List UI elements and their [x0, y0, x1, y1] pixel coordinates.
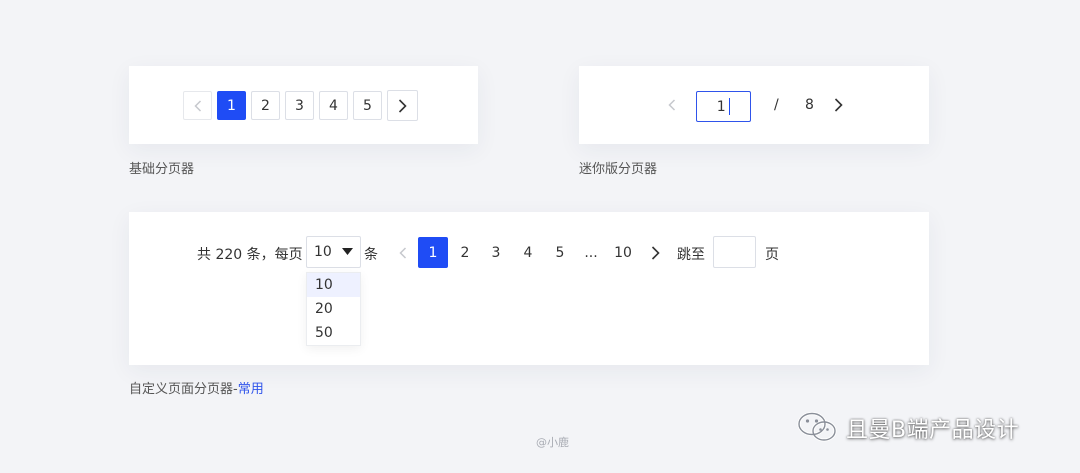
- custom-pager-caption: 自定义页面分页器-常用: [129, 378, 264, 397]
- custom-pager-panel: [129, 212, 929, 365]
- custom-page-button-5[interactable]: 5: [545, 237, 575, 268]
- page-unit-label: 页: [765, 247, 779, 263]
- text-caret: [728, 98, 731, 115]
- custom-page-button-1[interactable]: 1: [418, 237, 448, 268]
- page-button-3[interactable]: 3: [285, 91, 314, 120]
- mini-page-input[interactable]: 1: [696, 91, 751, 122]
- page-size-option-10[interactable]: 10: [307, 273, 360, 297]
- chevron-right-icon: [398, 98, 407, 113]
- basic-pager-caption: 基础分页器: [129, 162, 195, 177]
- page-size-option-20[interactable]: 20: [307, 297, 360, 321]
- page-size-dropdown: 10 20 50: [306, 272, 361, 346]
- custom-next-button[interactable]: [647, 244, 663, 262]
- custom-page-button-2[interactable]: 2: [450, 237, 480, 268]
- chevron-right-icon: [834, 98, 843, 112]
- prev-page-button[interactable]: [183, 91, 212, 120]
- mini-separator: /: [774, 97, 779, 113]
- jump-label: 跳至: [677, 247, 705, 263]
- page-size-value: 10: [314, 244, 332, 260]
- basic-pager-panel: 1 2 3 4 5: [129, 66, 478, 144]
- mini-prev-button[interactable]: [664, 96, 680, 114]
- chevron-left-icon: [668, 99, 676, 111]
- page-button-5[interactable]: 5: [353, 91, 382, 120]
- caret-down-icon: [342, 248, 353, 255]
- page-size-select[interactable]: 10: [306, 236, 361, 268]
- next-page-button[interactable]: [387, 90, 418, 121]
- chevron-left-icon: [399, 247, 407, 259]
- basic-pager: 1 2 3 4 5: [183, 90, 418, 121]
- page-size-option-50[interactable]: 50: [307, 321, 360, 345]
- custom-page-button-10[interactable]: 10: [608, 237, 638, 268]
- total-count-label: 共 220 条，每页: [197, 247, 303, 263]
- custom-pager-caption-text: 自定义页面分页器-: [129, 382, 238, 397]
- page-ellipsis[interactable]: ...: [576, 237, 606, 268]
- per-unit-label: 条: [364, 247, 378, 263]
- chevron-left-icon: [193, 99, 201, 112]
- chevron-right-icon: [651, 246, 660, 260]
- mini-pager-caption: 迷你版分页器: [579, 162, 658, 177]
- custom-pager-caption-highlight: 常用: [237, 382, 264, 397]
- custom-page-button-4[interactable]: 4: [513, 237, 543, 268]
- mini-page-input-value: 1: [716, 98, 726, 115]
- mini-pager-panel: [579, 66, 929, 144]
- page-button-2[interactable]: 2: [251, 91, 280, 120]
- brand-watermark: 且曼B端产品设计: [846, 418, 1020, 443]
- author-credit: @小鹿: [536, 436, 569, 449]
- page-button-4[interactable]: 4: [319, 91, 348, 120]
- jump-page-input[interactable]: [713, 236, 756, 268]
- page-button-1[interactable]: 1: [217, 91, 246, 120]
- mini-next-button[interactable]: [830, 96, 846, 114]
- wechat-icon: [796, 410, 840, 444]
- custom-prev-button[interactable]: [395, 244, 411, 262]
- mini-total-pages: 8: [805, 97, 814, 113]
- custom-page-button-3[interactable]: 3: [481, 237, 511, 268]
